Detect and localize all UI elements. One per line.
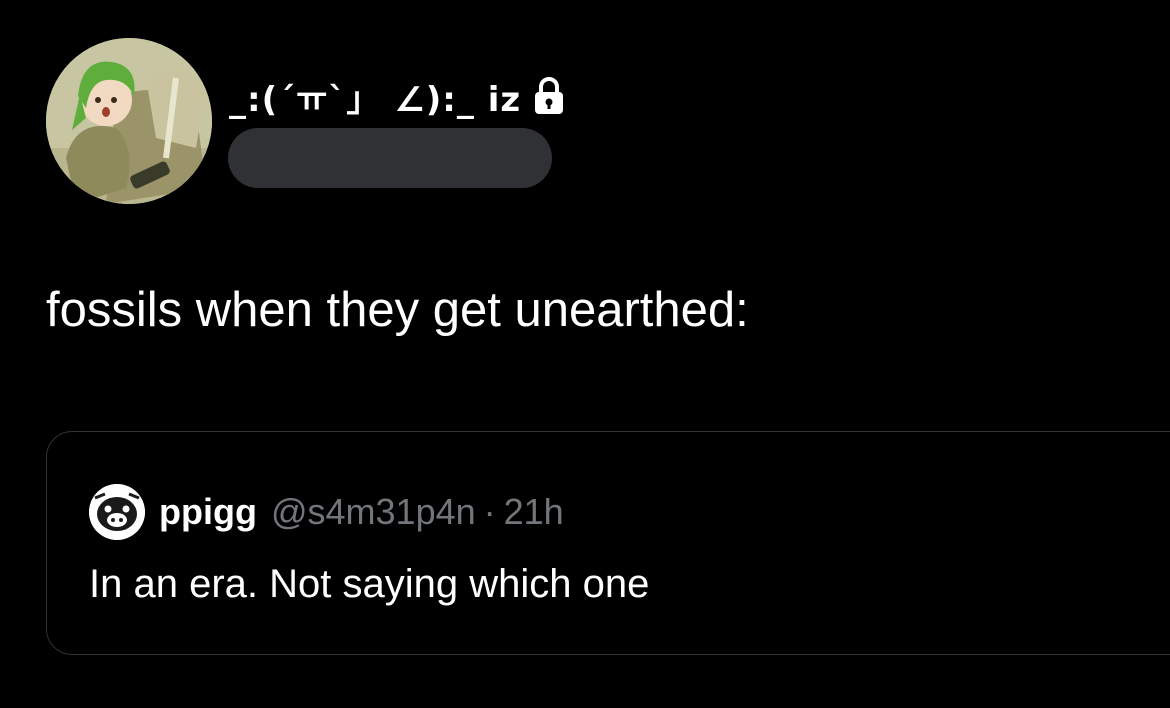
quoted-tweet-header: ppigg @s4m31p4n · 21h — [89, 484, 564, 540]
quoted-tweet-text: In an era. Not saying which one — [89, 562, 650, 606]
author-name-row: _:(´ㅠ`」 ∠):_ iz — [229, 70, 567, 122]
tweet-text: fossils when they get unearthed: — [46, 283, 749, 337]
lock-icon — [531, 76, 567, 116]
quoted-author-name[interactable]: ppigg — [159, 491, 257, 533]
meta-separator: · — [483, 491, 496, 532]
author-handle-redacted — [228, 128, 552, 188]
quoted-author-handle[interactable]: @s4m31p4n — [271, 491, 476, 533]
quoted-tweet-timestamp[interactable]: 21h — [504, 491, 564, 533]
user-avatar-icon — [46, 38, 212, 204]
user-avatar-icon — [89, 484, 145, 540]
author-avatar[interactable] — [46, 38, 212, 204]
author-display-name[interactable]: _:(´ㅠ`」 ∠):_ iz — [229, 72, 521, 121]
tweet: _:(´ㅠ`」 ∠):_ iz fossils when they get un… — [0, 0, 1170, 708]
quoted-tweet-card[interactable]: ppigg @s4m31p4n · 21h In an era. Not say… — [46, 431, 1170, 655]
quoted-author-avatar[interactable] — [89, 484, 145, 540]
